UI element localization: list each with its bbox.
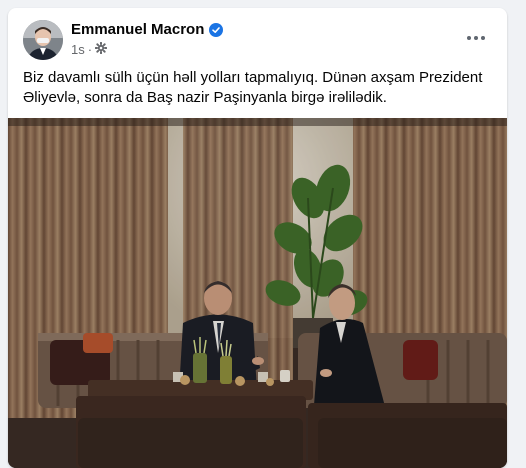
- author-name-row: Emmanuel Macron: [71, 21, 224, 38]
- meta-separator: ·: [87, 42, 93, 57]
- photo-illustration: [8, 118, 507, 468]
- more-options-icon[interactable]: [461, 28, 491, 48]
- author-avatar[interactable]: [23, 20, 63, 60]
- post-photo[interactable]: [8, 118, 507, 468]
- verified-badge-icon: [209, 22, 224, 37]
- post-meta: 1s ·: [71, 41, 108, 57]
- post-card: Emmanuel Macron 1s · Biz davamlı sülh üç…: [8, 8, 507, 468]
- post-text: Biz davamlı sülh üçün həll yolları tapma…: [23, 69, 483, 106]
- gear-icon[interactable]: [94, 41, 108, 57]
- post-time[interactable]: 1s: [71, 42, 85, 57]
- avatar-image: [23, 20, 63, 60]
- author-name[interactable]: Emmanuel Macron: [71, 21, 204, 38]
